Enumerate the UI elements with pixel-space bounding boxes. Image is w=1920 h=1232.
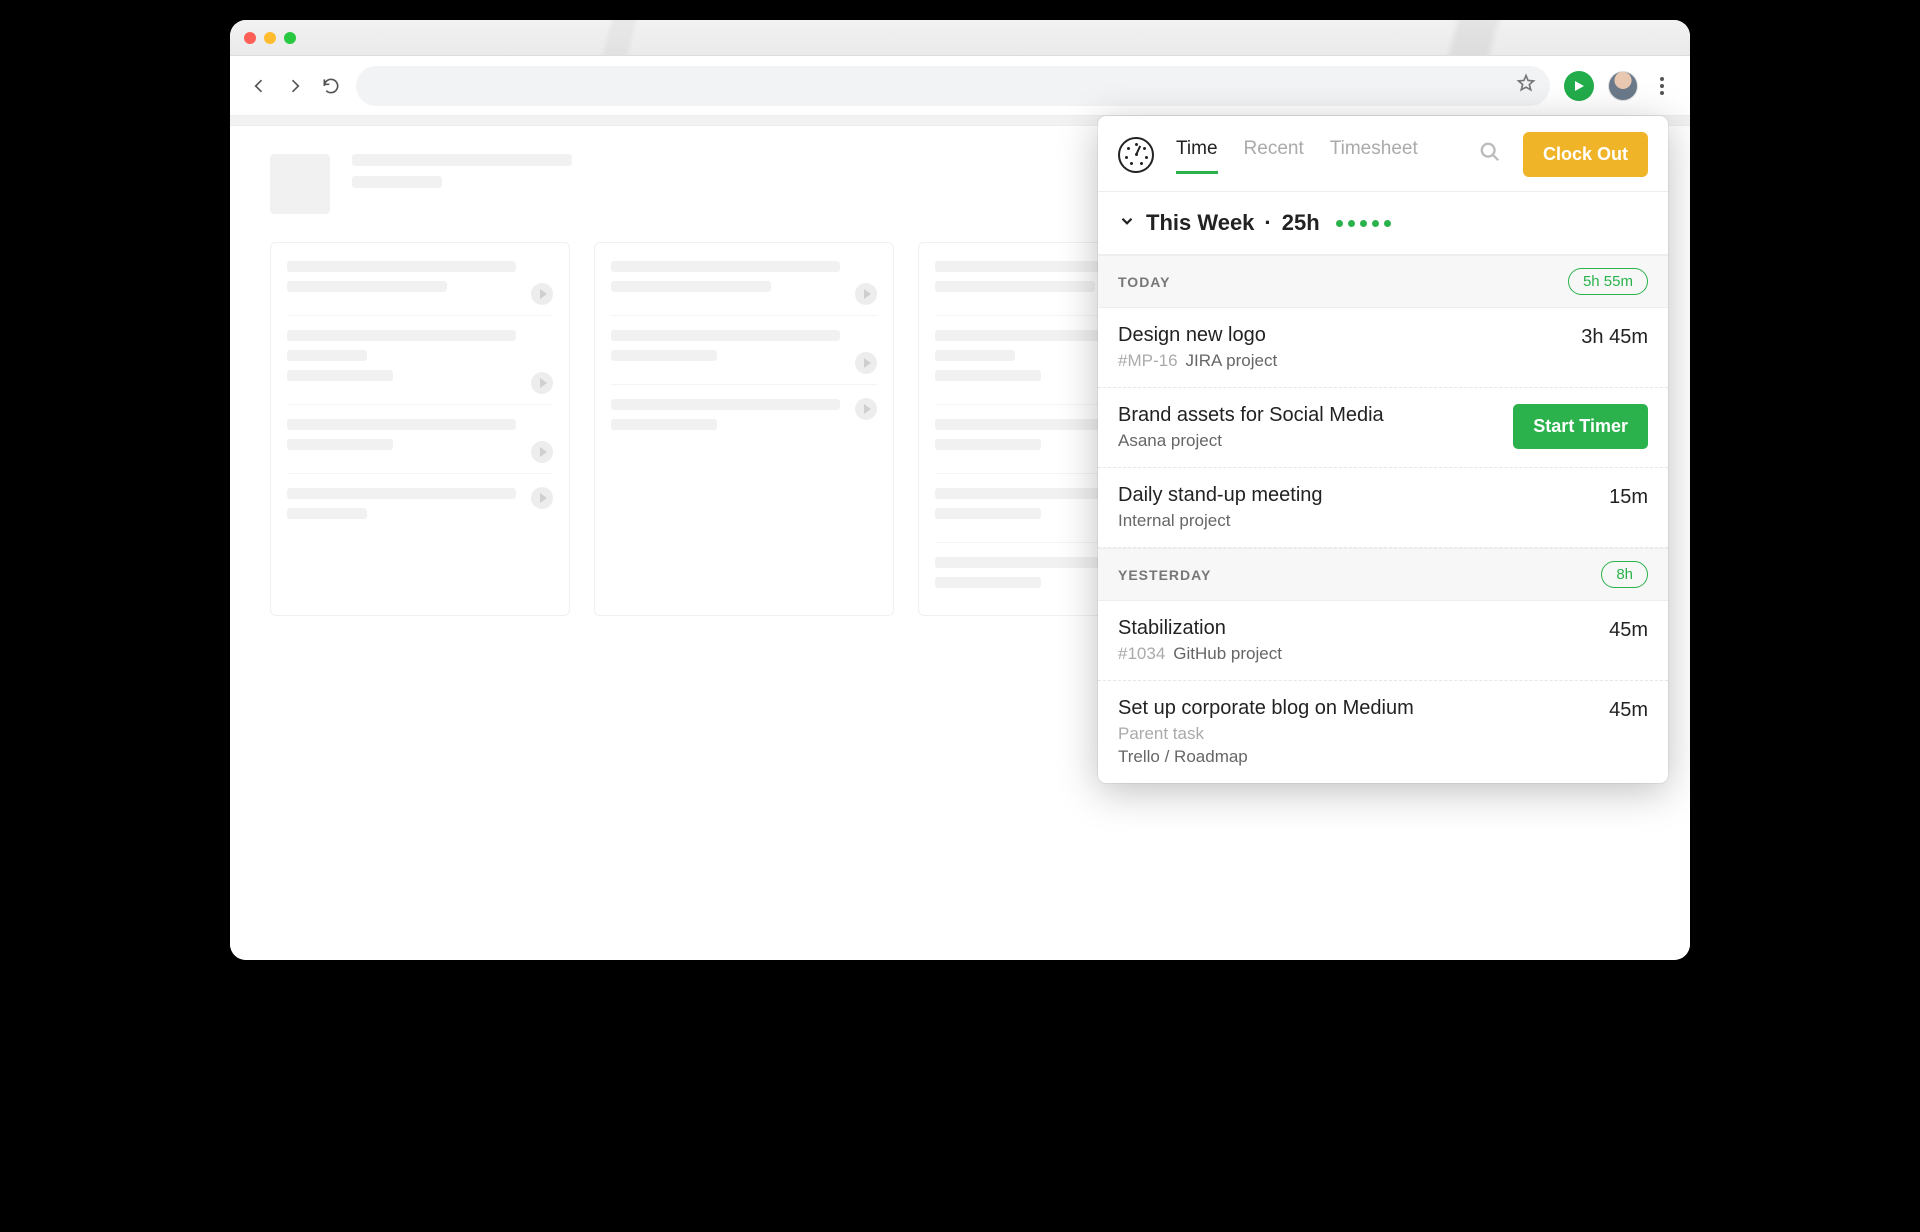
play-icon[interactable]	[531, 487, 553, 509]
timetracker-popup: Time Recent Timesheet Clock Out This Wee…	[1098, 116, 1668, 783]
entry-project: GitHub project	[1173, 644, 1282, 663]
play-icon[interactable]	[531, 372, 553, 394]
day-label: TODAY	[1118, 274, 1170, 290]
avatar-skeleton	[270, 154, 330, 214]
entry-project: Internal project	[1118, 511, 1323, 531]
play-icon[interactable]	[531, 283, 553, 305]
title-skeleton	[352, 154, 572, 188]
time-entry[interactable]: Design new logo #MP-16 JIRA project 3h 45…	[1098, 308, 1668, 388]
tab-timesheet[interactable]: Timesheet	[1330, 138, 1418, 172]
entry-tag: #MP-16	[1118, 351, 1178, 370]
entry-title: Daily stand-up meeting	[1118, 484, 1323, 507]
browser-menu-button[interactable]	[1652, 77, 1672, 95]
popup-header: Time Recent Timesheet Clock Out	[1098, 116, 1668, 192]
day-total-badge: 8h	[1601, 561, 1648, 588]
reload-button[interactable]	[320, 75, 342, 97]
search-icon[interactable]	[1479, 141, 1501, 168]
profile-avatar[interactable]	[1608, 71, 1638, 101]
back-button[interactable]	[248, 75, 270, 97]
bookmark-star-icon[interactable]	[1516, 73, 1536, 98]
timetracker-extension-button[interactable]	[1564, 71, 1594, 101]
play-icon[interactable]	[855, 398, 877, 420]
time-entry[interactable]: Brand assets for Social Media Asana proj…	[1098, 388, 1668, 468]
forward-button[interactable]	[284, 75, 306, 97]
entry-title: Stabilization	[1118, 617, 1282, 640]
entry-duration: 3h 45m	[1581, 324, 1648, 349]
tab-time[interactable]: Time	[1176, 138, 1218, 172]
window-close-button[interactable]	[244, 32, 256, 44]
popup-tabs: Time Recent Timesheet	[1176, 138, 1457, 172]
day-header-today: TODAY 5h 55m	[1098, 255, 1668, 308]
tab-recent[interactable]: Recent	[1244, 138, 1304, 172]
board-column	[270, 242, 570, 616]
week-summary[interactable]: This Week · 25h	[1098, 192, 1668, 255]
play-icon[interactable]	[531, 441, 553, 463]
play-icon[interactable]	[855, 283, 877, 305]
entry-title: Brand assets for Social Media	[1118, 404, 1384, 427]
board-column	[594, 242, 894, 616]
window-maximize-button[interactable]	[284, 32, 296, 44]
window-controls	[244, 32, 296, 44]
time-entry[interactable]: Stabilization #1034 GitHub project 45m	[1098, 601, 1668, 681]
chevron-down-icon	[1118, 210, 1136, 236]
day-label: YESTERDAY	[1118, 567, 1211, 583]
clock-out-button[interactable]: Clock Out	[1523, 132, 1648, 177]
day-total-badge: 5h 55m	[1568, 268, 1648, 295]
browser-window: Time Recent Timesheet Clock Out This Wee…	[230, 20, 1690, 960]
window-minimize-button[interactable]	[264, 32, 276, 44]
week-activity-dots	[1336, 220, 1391, 227]
browser-toolbar	[230, 56, 1690, 116]
day-header-yesterday: YESTERDAY 8h	[1098, 548, 1668, 601]
entry-duration: 45m	[1609, 697, 1648, 722]
week-separator: ·	[1264, 210, 1271, 236]
week-total: 25h	[1282, 210, 1320, 236]
entry-project: Trello / Roadmap	[1118, 747, 1414, 767]
entry-tag: #1034	[1118, 644, 1165, 663]
app-logo-icon	[1118, 137, 1154, 173]
entry-title: Set up corporate blog on Medium	[1118, 697, 1414, 720]
time-entry[interactable]: Daily stand-up meeting Internal project …	[1098, 468, 1668, 548]
start-timer-button[interactable]: Start Timer	[1513, 404, 1648, 449]
time-entry[interactable]: Set up corporate blog on Medium Parent t…	[1098, 681, 1668, 783]
week-label: This Week	[1146, 210, 1254, 236]
play-icon[interactable]	[855, 352, 877, 374]
entry-duration: 15m	[1609, 484, 1648, 509]
entry-duration: 45m	[1609, 617, 1648, 642]
entry-parent: Parent task	[1118, 724, 1414, 744]
entry-project: JIRA project	[1186, 351, 1278, 370]
window-title-bar	[230, 20, 1690, 56]
entry-project: Asana project	[1118, 431, 1384, 451]
entry-title: Design new logo	[1118, 324, 1277, 347]
address-bar[interactable]	[356, 66, 1550, 106]
